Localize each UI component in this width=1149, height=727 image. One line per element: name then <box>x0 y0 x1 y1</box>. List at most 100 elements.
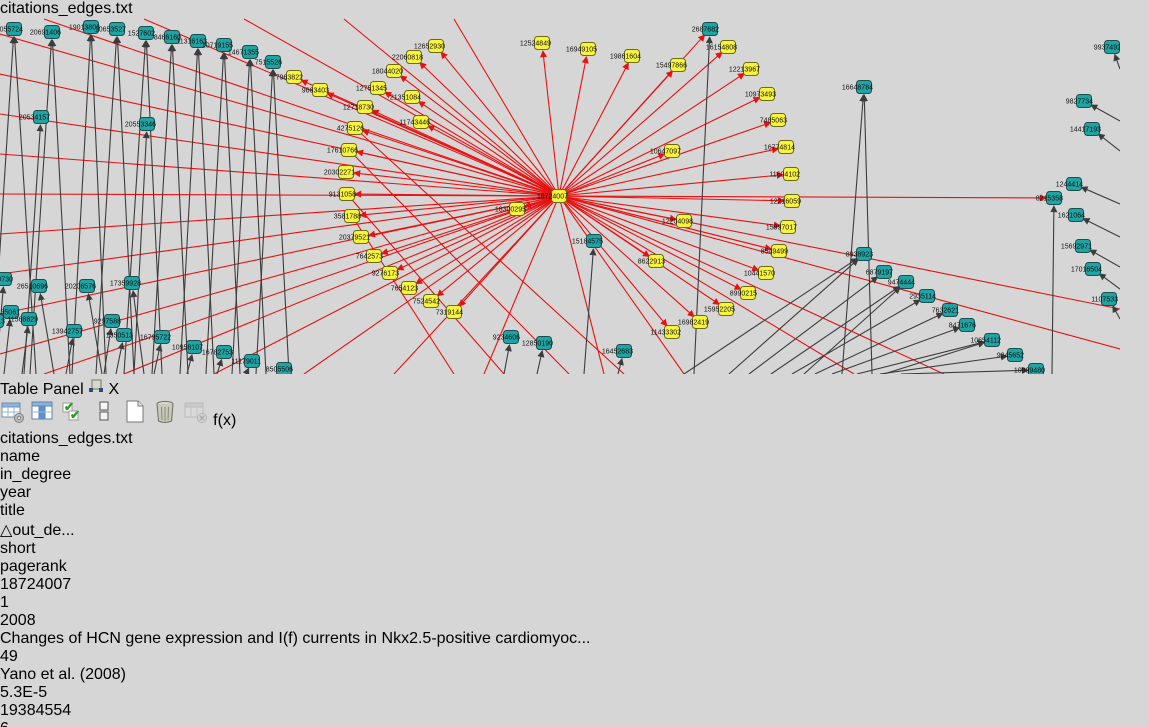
network-window-titlebar[interactable]: citations_edges.txt <box>0 0 1149 18</box>
graph-node-label: 20534157 <box>19 115 50 122</box>
graph-node-label: 7524542 <box>413 299 440 306</box>
graph-node-label: 17359928 <box>110 281 141 288</box>
graph-node-label: 12216059 <box>770 199 801 206</box>
table-row[interactable]: 1872400712008Changes of HCN gene express… <box>0 576 1149 702</box>
delete-table-button[interactable] <box>183 412 213 429</box>
graph-node-label: 20206576 <box>65 284 96 291</box>
graph-node-label: 9131058 <box>329 192 356 199</box>
delete-column-button[interactable] <box>152 412 182 429</box>
graph-node-label: 12850190 <box>522 341 553 348</box>
graph-node-label: 7654123 <box>391 286 418 293</box>
column-header-in-degree[interactable]: in_degree <box>0 466 1149 484</box>
svg-text:✔: ✔ <box>70 408 80 422</box>
column-header-title[interactable]: title <box>0 502 1149 520</box>
table-cell: 18724007 <box>0 576 1149 594</box>
graph-node-label: 12652930 <box>414 44 445 51</box>
table-mode-button[interactable] <box>0 412 30 429</box>
float-panel-icon[interactable] <box>88 381 108 398</box>
create-column-button[interactable] <box>122 412 152 429</box>
graph-node-label: 8215358 <box>1036 196 1063 203</box>
graph-node-label: 8938923 <box>846 252 873 259</box>
close-panel-icon[interactable]: X <box>109 381 120 398</box>
table-cell: 6 <box>0 720 1149 727</box>
table-selector-dropdown[interactable]: citations_edges.txt <box>0 430 1149 448</box>
graph-node-label: 16795722 <box>140 335 171 342</box>
column-header-out-degree[interactable]: △out_de... <box>0 520 1149 540</box>
graph-node-label: 10441570 <box>744 271 775 278</box>
graph-node-label: 16452683 <box>602 349 633 356</box>
table-row[interactable]: 1938455462009Genome-wide association stu… <box>0 702 1149 727</box>
graph-node-label: 7963822 <box>276 75 303 82</box>
graph-node-label: 15184575 <box>572 239 603 246</box>
table-cell: 1 <box>0 594 1149 612</box>
app-root: { "window": { "title": "citations_edges.… <box>0 0 1149 727</box>
graph-node-label: 9937492 <box>1094 45 1120 52</box>
graph-node-label: 12204098 <box>662 219 693 226</box>
table-cell: 49 <box>0 648 1149 666</box>
graph-node-label: 12213967 <box>729 67 760 74</box>
graph-node-label: 18724007 <box>537 194 568 201</box>
graph-node-label: 11179011 <box>231 359 261 366</box>
network-graph: 1107533124441413505131527602162106426876… <box>0 18 1120 374</box>
graph-node-label: 7515526 <box>255 60 282 67</box>
graph-node-label: 10647097 <box>650 149 681 156</box>
graph-node-label: 9276173 <box>372 271 399 278</box>
graph-node-label: 13942757 <box>52 329 83 336</box>
graph-node-label: 8471676 <box>949 323 976 330</box>
graph-node-label: 1350513 <box>106 333 133 340</box>
graph-node-label: 7642573 <box>356 254 383 261</box>
graph-node-label: 18044020 <box>372 69 403 76</box>
graph-node-label: 9297588 <box>94 319 121 326</box>
graph-node-label: 11568829 <box>7 317 38 324</box>
graph-node-label: 8505506 <box>266 367 293 374</box>
row-selector-button[interactable] <box>91 412 121 429</box>
graph-node-label: 20302271 <box>324 170 355 177</box>
table-panel-title: Table Panel <box>0 381 84 398</box>
table-header: name in_degree year title △out_de... sho… <box>0 448 1149 576</box>
graph-node-label: 16782753 <box>202 350 233 357</box>
function-builder-button[interactable]: f(x) <box>213 412 236 429</box>
table-cell: 19384554 <box>0 702 1149 720</box>
graph-node-label: 11604102 <box>769 172 800 179</box>
graph-node-label: 12718730 <box>343 105 374 112</box>
column-header-pagerank[interactable]: pagerank <box>0 558 1149 576</box>
graph-node-label: 15997017 <box>766 225 797 232</box>
graph-node-label: 1527602 <box>128 31 155 38</box>
sort-ascending-icon: △ <box>0 522 12 539</box>
table-cell: 2008 <box>0 612 1149 630</box>
column-header-name[interactable]: name <box>0 448 1149 466</box>
graph-node-label: 7319144 <box>436 310 463 317</box>
graph-node-label: 9474444 <box>888 280 915 287</box>
graph-node-label: 3581788 <box>334 214 361 221</box>
graph-node-label: 17016504 <box>1071 267 1102 274</box>
select-all-button[interactable]: ✔ ✔ <box>61 412 91 429</box>
network-canvas[interactable]: 1107533124441413505131527602162106426876… <box>0 18 1149 379</box>
graph-node-label: 20379521 <box>339 235 370 242</box>
graph-node-label: 1107533 <box>1091 297 1118 304</box>
graph-node-label: 19861604 <box>610 54 641 61</box>
graph-node-label: 6879197 <box>866 270 893 277</box>
graph-node-label: 8990215 <box>730 291 757 298</box>
graph-node-label: 26510696 <box>17 284 48 291</box>
show-column-button[interactable] <box>30 412 60 429</box>
graph-node-label: 20553346 <box>125 122 156 129</box>
graph-node-label: 20691406 <box>30 30 61 37</box>
table-selector-value: citations_edges.txt <box>0 430 133 447</box>
graph-node-label: 8622913 <box>638 259 665 266</box>
graph-node-label: 10958107 <box>172 345 203 352</box>
graph-node-label: 2687682 <box>692 27 719 34</box>
graph-node-label: 11743446 <box>399 120 430 127</box>
column-header-year[interactable]: year <box>0 484 1149 502</box>
table-cell: Yano et al. (2008) <box>0 666 1149 684</box>
table-cell: 5.3E-5 <box>0 684 1149 702</box>
graph-node-label: 19013806 <box>69 25 100 32</box>
graph-node-label: 16154808 <box>706 45 737 52</box>
graph-node-label: 12751345 <box>356 86 387 93</box>
graph-node-label: 16774814 <box>764 145 795 152</box>
graph-node-label: 4275126 <box>337 126 364 133</box>
graph-node-label: 22060818 <box>392 55 423 62</box>
graph-node-label: 10899480 <box>1014 368 1045 375</box>
graph-node-label: 7632621 <box>932 308 959 315</box>
column-header-short[interactable]: short <box>0 540 1149 558</box>
window-title: citations_edges.txt <box>0 0 1149 18</box>
